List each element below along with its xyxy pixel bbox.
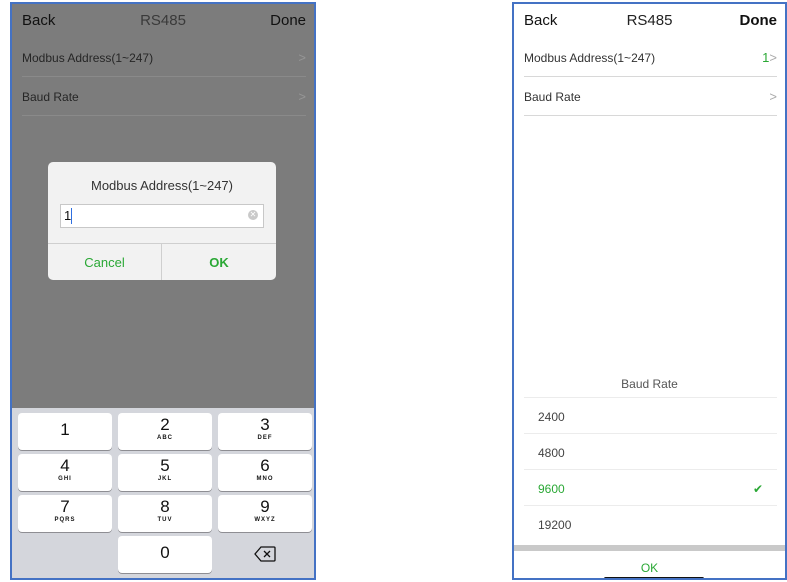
key-4[interactable]: 4 GHI xyxy=(18,454,112,491)
nav-bar: Back RS485 Done xyxy=(12,4,314,38)
row-label: Modbus Address(1~247) xyxy=(22,51,154,65)
key-3[interactable]: 3 DEF xyxy=(218,413,312,450)
home-indicator xyxy=(604,577,704,578)
page-title: RS485 xyxy=(140,12,186,29)
dialog-title: Modbus Address(1~247) xyxy=(90,178,233,193)
option-2400[interactable]: 2400 xyxy=(524,397,777,434)
option-label: 19200 xyxy=(538,518,572,532)
key-letters: PQRS xyxy=(54,517,76,523)
settings-row-modbus-address[interactable]: Modbus Address(1~247) > xyxy=(22,38,306,77)
nav-bar: Back RS485 Done xyxy=(514,4,785,38)
key-letters: MNO xyxy=(256,476,274,482)
key-2[interactable]: 2 ABC xyxy=(118,413,212,450)
settings-row-baud-rate[interactable]: Baud Rate > xyxy=(22,77,306,116)
left-screen: Back RS485 Done Modbus Address(1~247) > … xyxy=(10,2,316,580)
settings-row-baud-rate[interactable]: Baud Rate > xyxy=(524,77,777,116)
option-label: 2400 xyxy=(538,410,565,424)
key-1[interactable]: 1 xyxy=(18,413,112,450)
option-19200[interactable]: 19200 xyxy=(524,505,777,542)
key-digit: 3 xyxy=(260,415,270,434)
baud-rate-picker: Baud Rate 2400 4800 9600 ✔ 19200 OK xyxy=(514,367,785,578)
key-letters: JKL xyxy=(157,476,173,482)
numeric-keypad: 1 2 ABC 3 DEF 4 GHI 5 JKL 6 MNO 7 PQRS 8… xyxy=(12,408,314,578)
text-caret xyxy=(71,208,72,224)
key-letters: DEF xyxy=(257,435,273,441)
ok-button[interactable]: OK xyxy=(162,255,276,270)
key-6[interactable]: 6 MNO xyxy=(218,454,312,491)
key-letters: ABC xyxy=(157,435,173,441)
done-button[interactable]: Done xyxy=(270,12,306,29)
key-digit: 6 xyxy=(260,456,270,475)
cancel-button[interactable]: Cancel xyxy=(48,255,161,270)
option-4800[interactable]: 4800 xyxy=(524,433,777,470)
done-button[interactable]: Done xyxy=(740,12,778,29)
key-letters: WXYZ xyxy=(254,517,276,523)
key-digit: 0 xyxy=(160,543,170,562)
ok-button[interactable]: OK xyxy=(514,561,785,575)
dialog-buttons: Cancel OK xyxy=(48,243,276,280)
right-screen: Back RS485 Done Modbus Address(1~247) 1>… xyxy=(512,2,787,580)
key-9[interactable]: 9 WXYZ xyxy=(218,495,312,532)
modbus-address-input[interactable]: 1 ✕ xyxy=(60,204,264,228)
key-digit: 2 xyxy=(160,415,170,434)
key-digit: 1 xyxy=(60,420,70,439)
key-0[interactable]: 0 xyxy=(118,536,212,573)
option-9600[interactable]: 9600 ✔ xyxy=(524,469,777,506)
key-5[interactable]: 5 JKL xyxy=(118,454,212,491)
checkmark-icon: ✔ xyxy=(752,482,763,496)
chevron-right-icon: > xyxy=(298,50,306,65)
divider xyxy=(514,545,785,551)
settings-row-modbus-address[interactable]: Modbus Address(1~247) 1> xyxy=(524,38,777,77)
option-label: 4800 xyxy=(538,446,565,460)
key-8[interactable]: 8 TUV xyxy=(118,495,212,532)
row-value: 1> xyxy=(762,50,777,65)
key-digit: 8 xyxy=(160,497,170,516)
chevron-right-icon: > xyxy=(298,89,306,104)
chevron-right-icon: > xyxy=(769,50,777,65)
picker-title: Baud Rate xyxy=(621,377,678,391)
key-letters: GHI xyxy=(58,476,72,482)
key-digit: 5 xyxy=(160,456,170,475)
modbus-address-dialog: Modbus Address(1~247) 1 ✕ Cancel OK xyxy=(48,162,276,280)
key-digit: 7 xyxy=(60,497,70,516)
clear-icon[interactable]: ✕ xyxy=(248,210,258,220)
key-digit: 4 xyxy=(60,456,70,475)
backspace-key[interactable] xyxy=(218,536,312,573)
backspace-icon xyxy=(254,546,276,562)
option-label: 9600 xyxy=(538,482,565,496)
chevron-right-icon: > xyxy=(769,89,777,104)
key-letters: TUV xyxy=(157,517,173,523)
row-label: Baud Rate xyxy=(524,90,581,104)
row-label: Modbus Address(1~247) xyxy=(524,51,656,65)
row-label: Baud Rate xyxy=(22,90,79,104)
key-digit: 9 xyxy=(260,497,270,516)
key-7[interactable]: 7 PQRS xyxy=(18,495,112,532)
